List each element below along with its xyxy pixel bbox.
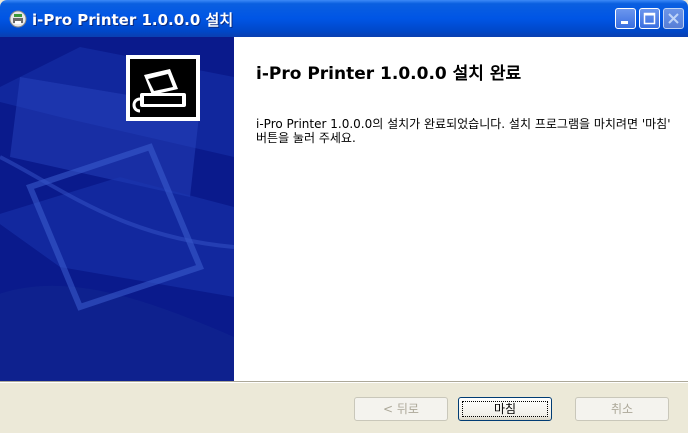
window-title: i-Pro Printer 1.0.0.0 설치 xyxy=(32,11,234,29)
minimize-button[interactable] xyxy=(615,8,636,29)
minimize-icon xyxy=(621,21,628,24)
button-bar: < 뒤로 마침 취소 xyxy=(0,383,688,433)
installer-icon xyxy=(9,10,27,28)
back-button-label: < 뒤로 xyxy=(383,402,419,416)
cancel-button[interactable]: 취소 xyxy=(575,397,669,421)
close-button[interactable] xyxy=(663,8,684,29)
back-button[interactable]: < 뒤로 xyxy=(354,397,448,421)
installer-window: i-Pro Printer 1.0.0.0 설치 i-Pro Printer 1… xyxy=(0,0,688,433)
finish-button[interactable]: 마침 xyxy=(458,397,552,421)
completion-message: i-Pro Printer 1.0.0.0의 설치가 완료되었습니다. 설치 프… xyxy=(256,117,671,145)
finish-button-label: 마침 xyxy=(493,402,517,416)
maximize-icon xyxy=(643,12,656,25)
close-icon xyxy=(668,13,679,24)
printer-icon xyxy=(126,55,200,121)
cancel-button-label: 취소 xyxy=(610,402,634,416)
maximize-button[interactable] xyxy=(639,8,660,29)
page-title: i-Pro Printer 1.0.0.0 설치 완료 xyxy=(256,64,522,84)
title-bar[interactable]: i-Pro Printer 1.0.0.0 설치 xyxy=(0,0,688,37)
content-panel: i-Pro Printer 1.0.0.0 설치 완료 i-Pro Printe… xyxy=(126,37,688,381)
